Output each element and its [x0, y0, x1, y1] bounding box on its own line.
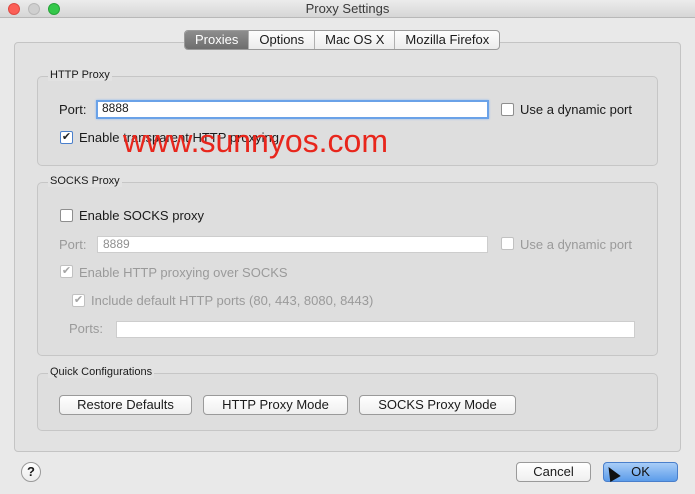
tab-bar: Proxies Options Mac OS X Mozilla Firefox	[184, 30, 501, 50]
http-proxy-mode-button[interactable]: HTTP Proxy Mode	[203, 395, 348, 415]
http-dynamic-port-checkbox[interactable]	[501, 103, 514, 116]
http-over-socks-label: Enable HTTP proxying over SOCKS	[79, 265, 288, 280]
enable-socks-checkbox[interactable]	[60, 209, 73, 222]
quick-config-group-title: Quick Configurations	[48, 366, 155, 378]
enable-socks-label: Enable SOCKS proxy	[79, 208, 205, 223]
http-port-label: Port:	[59, 102, 87, 117]
transparent-proxying-checkbox[interactable]: ✔	[60, 131, 73, 144]
window-title: Proxy Settings	[305, 1, 390, 16]
http-dynamic-port-label: Use a dynamic port	[520, 102, 632, 117]
http-over-socks-checkbox[interactable]: ✔	[60, 265, 73, 278]
socks-dynamic-port-checkbox[interactable]	[501, 237, 514, 250]
tab-options[interactable]: Options	[248, 31, 314, 49]
restore-defaults-button[interactable]: Restore Defaults	[59, 395, 192, 415]
socks-port-label: Port:	[59, 237, 87, 252]
socks-dynamic-port-label: Use a dynamic port	[520, 237, 632, 252]
tab-mac-os-x[interactable]: Mac OS X	[314, 31, 394, 49]
help-button[interactable]: ?	[21, 462, 41, 482]
http-port-input[interactable]: 8888	[96, 100, 489, 119]
socks-port-input[interactable]: 8889	[97, 236, 488, 253]
cancel-button[interactable]: Cancel	[516, 462, 591, 482]
include-default-ports-label: Include default HTTP ports (80, 443, 808…	[91, 293, 374, 308]
socks-proxy-group-title: SOCKS Proxy	[48, 175, 122, 187]
title-bar: Proxy Settings	[0, 0, 695, 18]
socks-ports-input[interactable]	[116, 321, 635, 338]
watermark-text: www.sunnyos.com	[123, 123, 388, 159]
tab-proxies[interactable]: Proxies	[185, 31, 249, 49]
tab-mozilla-firefox[interactable]: Mozilla Firefox	[394, 31, 499, 49]
http-proxy-group-title: HTTP Proxy	[48, 69, 112, 81]
include-default-ports-checkbox[interactable]: ✔	[72, 294, 85, 307]
socks-proxy-mode-button[interactable]: SOCKS Proxy Mode	[359, 395, 516, 415]
socks-ports-label: Ports:	[69, 321, 103, 336]
